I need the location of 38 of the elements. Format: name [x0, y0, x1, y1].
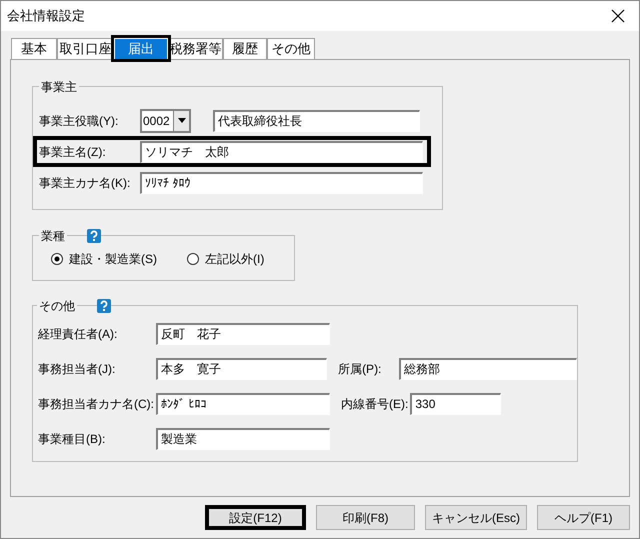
input-field[interactable]: 本多 寛子	[156, 358, 328, 380]
input-field[interactable]: 代表取締役社長	[213, 110, 420, 132]
radio-button[interactable]	[51, 253, 63, 265]
dialog-button[interactable]: 印刷(F8)	[316, 505, 415, 530]
field-label: 事業種目(B):	[38, 430, 106, 448]
help-icon[interactable]	[87, 229, 101, 243]
tab[interactable]: 取引口座	[57, 38, 114, 59]
field-label: 事務担当者(J):	[38, 360, 116, 378]
field-label: 内線番号(E):	[341, 396, 410, 412]
radio-button[interactable]	[187, 253, 199, 265]
field-label: 事業主役職(Y):	[39, 112, 120, 130]
dialog-button[interactable]: 設定(F12)	[205, 505, 306, 530]
field-label: 所属(P):	[338, 360, 382, 378]
tab[interactable]: 届出	[114, 38, 168, 59]
input-field[interactable]: ｿﾘﾏﾁ ﾀﾛｳ	[140, 172, 423, 194]
code-dropdown[interactable]: 0002	[140, 108, 191, 132]
input-field[interactable]: 総務部	[399, 358, 577, 380]
tab[interactable]: 基本	[11, 38, 57, 59]
input-field[interactable]: 製造業	[156, 428, 330, 450]
input-field[interactable]: 反町 花子	[156, 322, 330, 344]
tab[interactable]: 履歴	[223, 38, 267, 59]
help-icon[interactable]	[97, 299, 111, 313]
radio-option[interactable]: 建設・製造業(S)	[51, 250, 157, 268]
input-field[interactable]: ﾎﾝﾀﾞ ﾋﾛｺ	[156, 392, 330, 414]
field-label: 経理責任者(A):	[38, 326, 118, 342]
dialog-button[interactable]: キャンセル(Esc)	[425, 505, 527, 530]
caret-icon	[178, 118, 186, 123]
tab[interactable]: その他	[267, 38, 315, 59]
radio-option[interactable]: 左記以外(I)	[187, 250, 264, 268]
field-label: 事務担当者カナ名(C):	[38, 396, 155, 412]
field-label: 事業主カナ名(K):	[39, 174, 132, 192]
input-field[interactable]: ソリマチ 太郎	[140, 140, 423, 162]
close-icon[interactable]	[611, 9, 625, 23]
field-label: 事業主名(Z):	[39, 144, 107, 160]
group-title: その他	[37, 297, 77, 315]
input-field[interactable]: 330	[410, 392, 502, 414]
window-title: 会社情報設定	[7, 7, 85, 26]
dialog-button[interactable]: ヘルプ(F1)	[537, 505, 630, 530]
